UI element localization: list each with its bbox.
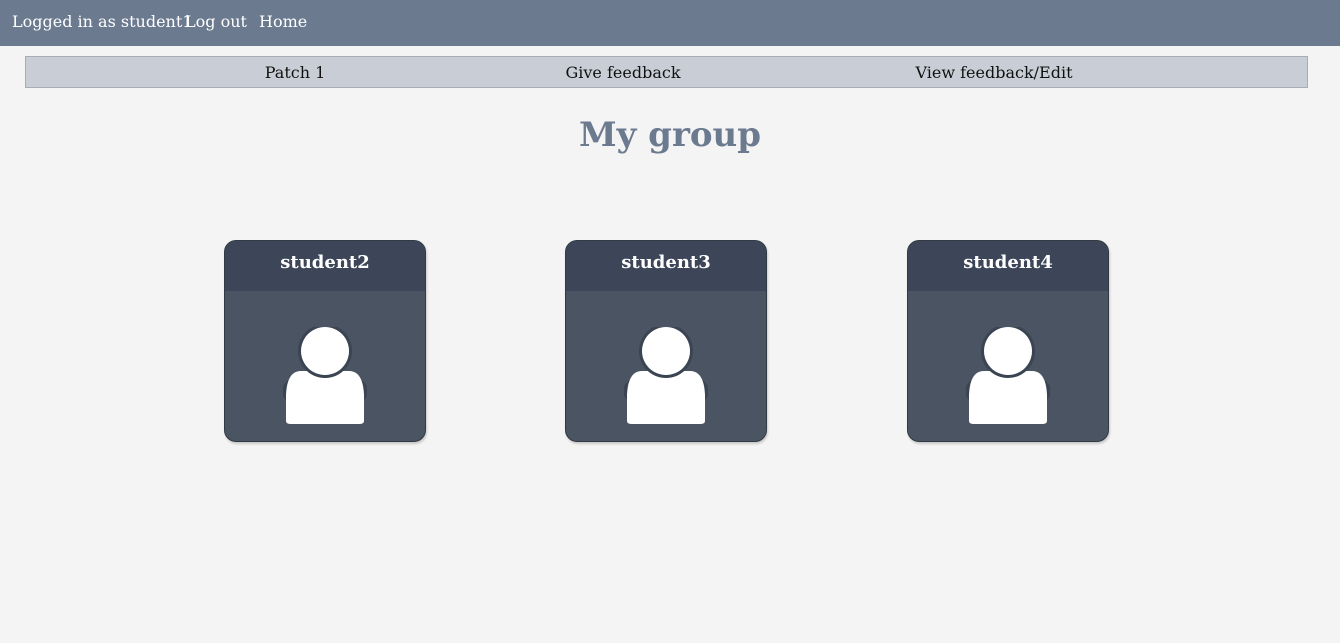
user-avatar-icon <box>283 327 367 424</box>
patch-link[interactable]: Patch 1 <box>265 63 326 83</box>
view-feedback-edit-link[interactable]: View feedback/Edit <box>915 63 1072 83</box>
member-name: student3 <box>621 252 711 273</box>
member-card-student2[interactable]: student2 <box>224 240 426 442</box>
patch-navigation-bar: Patch 1 Give feedback View feedback/Edit <box>25 56 1308 88</box>
home-link[interactable]: Home <box>259 12 307 32</box>
give-feedback-link[interactable]: Give feedback <box>565 63 680 83</box>
member-card-header: student2 <box>225 241 425 291</box>
member-card-student4[interactable]: student4 <box>907 240 1109 442</box>
user-avatar-icon <box>624 327 708 424</box>
page-title: My group <box>578 115 762 155</box>
top-navigation-bar: Logged in as student1 Log out Home <box>0 0 1340 46</box>
member-name: student4 <box>963 252 1053 273</box>
member-card-student3[interactable]: student3 <box>565 240 767 442</box>
logged-in-user-link[interactable]: Logged in as student1 <box>12 12 192 32</box>
logout-link[interactable]: Log out <box>185 12 247 32</box>
user-avatar-icon <box>966 327 1050 424</box>
member-card-header: student4 <box>908 241 1108 291</box>
member-card-header: student3 <box>566 241 766 291</box>
member-name: student2 <box>280 252 370 273</box>
